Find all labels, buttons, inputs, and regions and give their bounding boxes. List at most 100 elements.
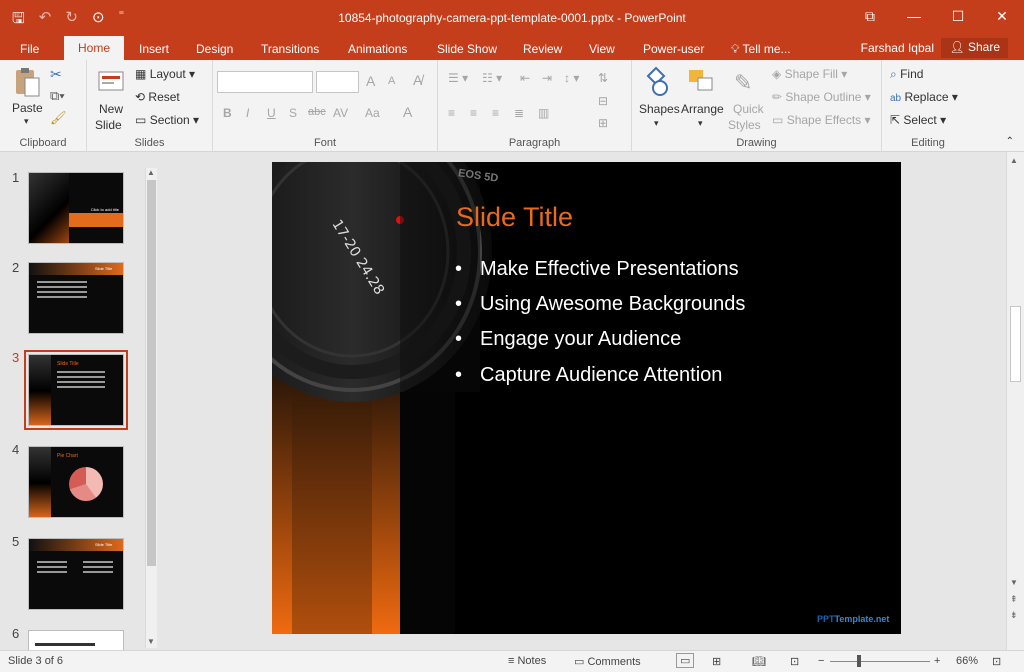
align-left-icon[interactable]: ≡ <box>448 106 455 120</box>
slide-thumbnail-3[interactable]: Slide Title <box>24 350 128 430</box>
new-slide-label-1[interactable]: New <box>99 102 123 116</box>
tab-transitions[interactable]: Transitions <box>261 39 319 60</box>
tab-view[interactable]: View <box>589 39 615 60</box>
user-name[interactable]: Farshad Iqbal <box>861 41 934 55</box>
thumbnail-scroll-thumb[interactable] <box>147 180 156 566</box>
text-direction-icon[interactable]: ⇅ <box>598 71 608 85</box>
tab-file[interactable]: File <box>20 39 39 60</box>
quick-styles-icon[interactable]: ✎ <box>734 70 752 96</box>
scroll-down-icon[interactable]: ▼ <box>147 637 155 646</box>
underline-button[interactable]: U <box>267 106 276 120</box>
find-button[interactable]: ⌕ Find <box>890 67 923 82</box>
shadow-button[interactable]: S <box>289 106 297 120</box>
previous-slide-icon[interactable]: ⇞ <box>1010 594 1018 605</box>
ribbon-display-icon[interactable]: ⧉ <box>848 0 892 32</box>
arrange-icon[interactable] <box>686 66 716 98</box>
columns-icon[interactable]: ▥ <box>538 106 549 120</box>
close-button[interactable]: ✕ <box>980 0 1024 32</box>
slide-thumbnail-5[interactable]: Slide Title <box>28 538 124 610</box>
select-button[interactable]: ⇱ Select ▾ <box>890 113 946 127</box>
current-slide[interactable]: 17-20 24.28 EOS 5D Slide Title PPTTempla… <box>272 162 901 634</box>
shapes-dropdown-icon[interactable]: ▾ <box>654 118 659 129</box>
maximize-button[interactable]: ☐ <box>936 0 980 32</box>
clear-formatting-icon[interactable]: A̸ <box>413 72 422 88</box>
slide-thumbnail-2[interactable]: Slide Title <box>28 262 124 334</box>
paste-icon[interactable] <box>12 66 42 98</box>
arrange-button[interactable]: Arrange <box>681 102 724 116</box>
scroll-down-icon[interactable]: ▼ <box>1010 578 1018 587</box>
shapes-icon[interactable] <box>642 66 672 98</box>
fit-to-window-icon[interactable]: ⊡ <box>992 655 1001 668</box>
new-slide-label-2[interactable]: Slide <box>95 118 122 132</box>
justify-icon[interactable]: ≣ <box>514 106 524 120</box>
shrink-font-button[interactable]: A <box>388 75 395 87</box>
zoom-level[interactable]: 66% <box>956 655 978 667</box>
minimize-button[interactable]: — <box>892 0 936 32</box>
slide-thumbnail-6[interactable] <box>28 630 124 650</box>
shape-outline-button[interactable]: ✏ Shape Outline ▾ <box>772 90 871 104</box>
format-painter-icon[interactable]: 🖌︎ <box>50 110 67 126</box>
tab-slide-show[interactable]: Slide Show <box>437 39 497 60</box>
shape-effects-button[interactable]: ▭ Shape Effects ▾ <box>772 113 871 127</box>
bold-button[interactable]: B <box>223 106 232 120</box>
quick-styles-label-1[interactable]: Quick <box>733 102 764 116</box>
increase-indent-icon[interactable]: ⇥ <box>542 71 552 85</box>
section-button[interactable]: ▭ Section ▾ <box>135 113 199 127</box>
share-button[interactable]: 👤︎ Share <box>941 38 1008 58</box>
numbering-icon[interactable]: ☷ ▾ <box>482 71 502 85</box>
font-name-combo[interactable] <box>217 71 313 93</box>
copy-icon[interactable]: ⧉▾ <box>50 88 65 104</box>
align-right-icon[interactable]: ≡ <box>492 106 499 120</box>
font-color-icon[interactable]: A <box>403 104 412 120</box>
reading-view-icon[interactable]: 📖︎ <box>752 655 766 668</box>
font-size-combo[interactable] <box>316 71 359 93</box>
paste-dropdown-icon[interactable]: ▾ <box>24 116 29 127</box>
thumbnail-scrollbar[interactable]: ▲ ▼ <box>145 168 157 648</box>
tab-review[interactable]: Review <box>523 39 562 60</box>
decrease-indent-icon[interactable]: ⇤ <box>520 71 530 85</box>
scroll-up-icon[interactable]: ▲ <box>147 168 155 177</box>
align-center-icon[interactable]: ≡ <box>470 106 477 120</box>
layout-button[interactable]: ▦ Layout ▾ <box>135 67 195 81</box>
tab-animations[interactable]: Animations <box>348 39 407 60</box>
slide-title[interactable]: Slide Title <box>456 202 573 233</box>
align-text-icon[interactable]: ⊟ <box>598 94 608 108</box>
strikethrough-button[interactable]: abc <box>308 106 326 118</box>
italic-button[interactable]: I <box>246 106 249 120</box>
replace-button[interactable]: ab Replace ▾ <box>890 90 958 104</box>
quick-styles-label-2[interactable]: Styles <box>728 118 761 132</box>
zoom-in-button[interactable]: + <box>934 655 940 667</box>
arrange-dropdown-icon[interactable]: ▾ <box>698 118 703 129</box>
notes-button[interactable]: ≡ Notes <box>508 655 546 667</box>
zoom-slider-thumb[interactable] <box>857 655 861 667</box>
shapes-button[interactable]: Shapes <box>639 102 680 116</box>
reset-button[interactable]: ⟲ Reset <box>135 90 180 104</box>
new-slide-icon[interactable] <box>96 66 126 98</box>
character-spacing-button[interactable]: AV <box>333 106 348 120</box>
grow-font-button[interactable]: A <box>366 73 375 89</box>
tab-design[interactable]: Design <box>196 39 233 60</box>
change-case-button[interactable]: Aa <box>365 106 380 120</box>
tab-home[interactable]: Home <box>64 36 125 60</box>
next-slide-icon[interactable]: ⇟ <box>1010 610 1018 621</box>
paste-button[interactable]: Paste <box>12 101 43 115</box>
zoom-slider[interactable] <box>830 661 930 662</box>
tab-insert[interactable]: Insert <box>139 39 169 60</box>
tell-me-box[interactable]: 💡︎ Tell me... <box>731 39 791 60</box>
editor-scroll-thumb[interactable] <box>1010 306 1021 382</box>
slide-thumbnail-4[interactable]: Pie Chart <box>28 446 124 518</box>
editor-scrollbar[interactable]: ▲ ▼ ⇞ ⇟ <box>1006 152 1024 650</box>
shape-fill-button[interactable]: ◈ Shape Fill ▾ <box>772 67 847 81</box>
slideshow-view-icon[interactable]: ⊡ <box>790 655 799 668</box>
normal-view-icon[interactable]: ▭ <box>676 653 695 668</box>
comments-button[interactable]: ▭ Comments <box>574 655 641 668</box>
zoom-out-button[interactable]: − <box>818 655 824 667</box>
slide-thumbnail-1[interactable]: Click to add title <box>28 172 124 244</box>
bullets-icon[interactable]: ☰ ▾ <box>448 71 468 85</box>
slide-sorter-icon[interactable]: ⊞ <box>712 655 721 668</box>
tab-power-user[interactable]: Power-user <box>643 39 704 60</box>
line-spacing-icon[interactable]: ↕ ▾ <box>564 71 579 85</box>
scroll-up-icon[interactable]: ▲ <box>1010 156 1018 165</box>
smartart-icon[interactable]: ⊞ <box>598 116 608 130</box>
cut-icon[interactable]: ✂ <box>50 66 62 83</box>
